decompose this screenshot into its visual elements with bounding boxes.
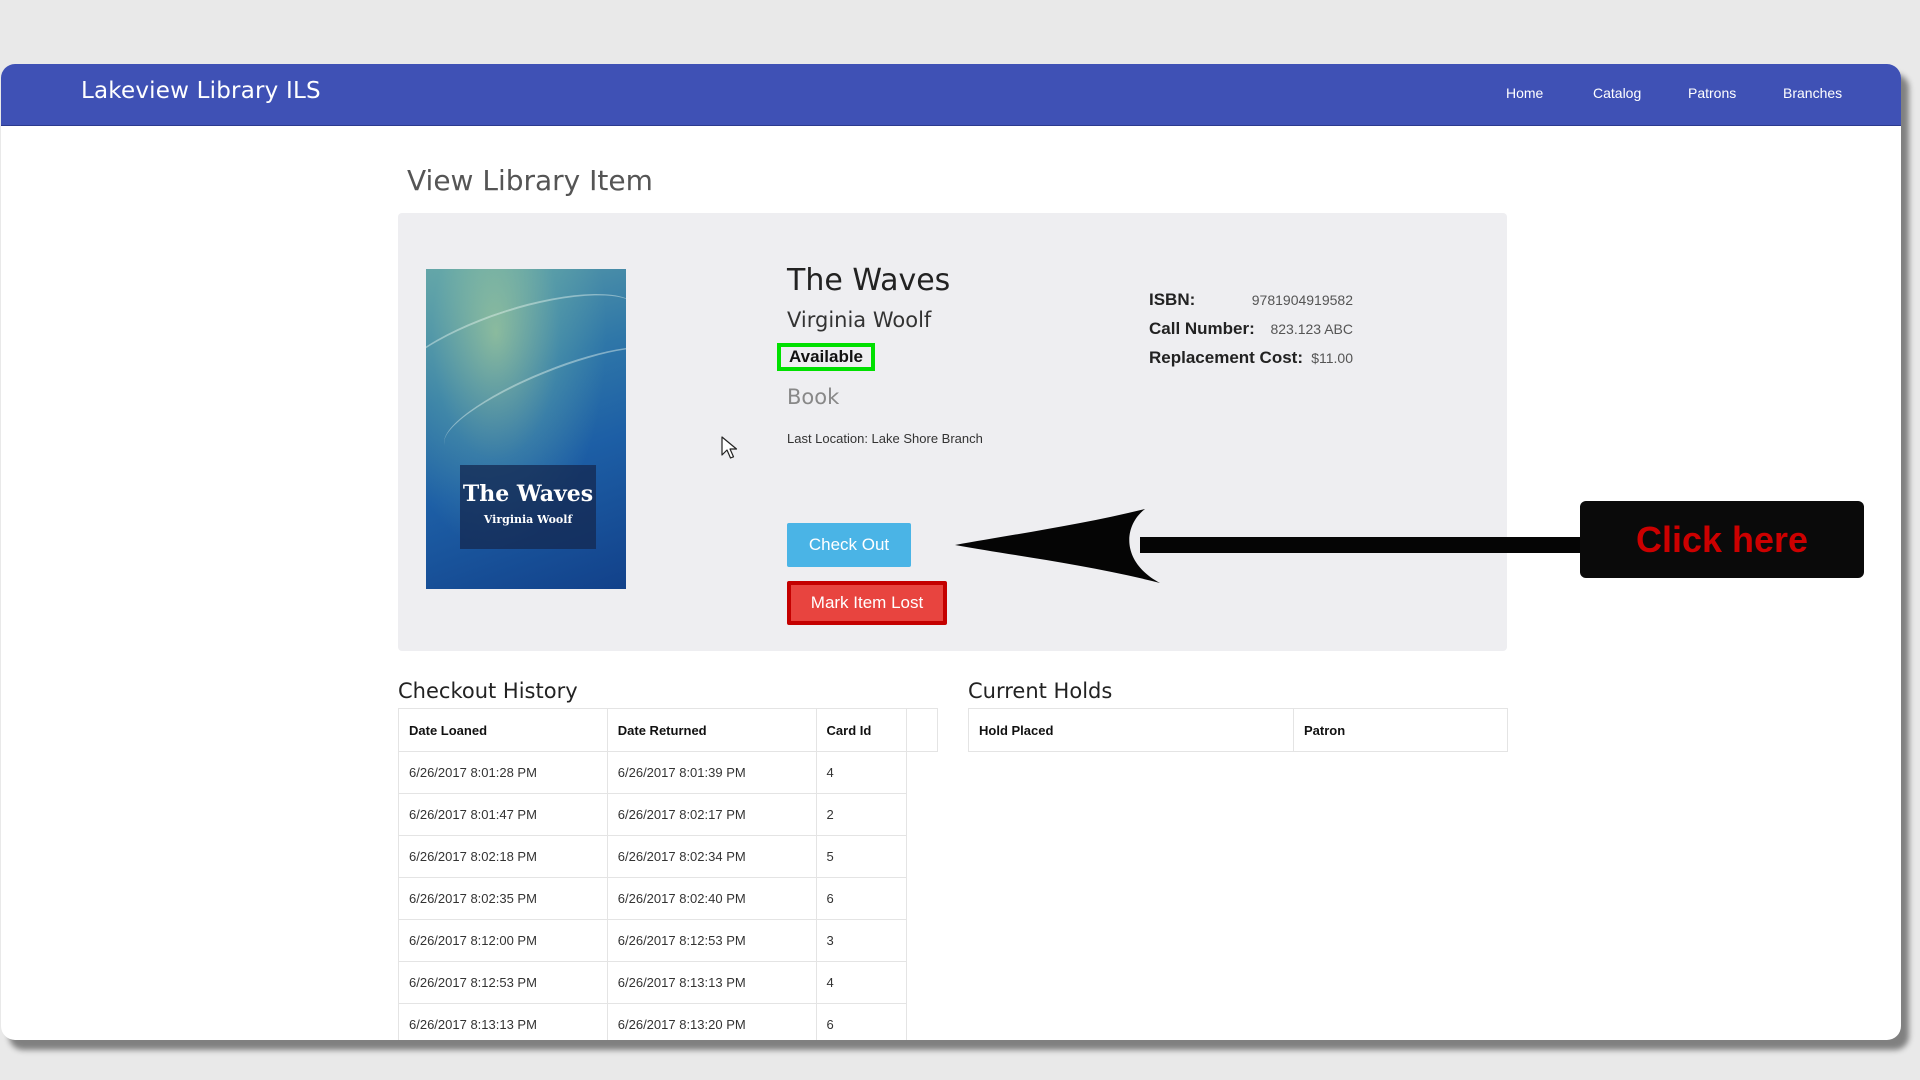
cover-title: The Waves [462,481,594,507]
item-type: Book [787,385,840,409]
brand-logo[interactable]: Lakeview Library ILS [81,78,321,104]
checkout-history-heading: Checkout History [398,679,578,703]
date-loaned-cell: 6/26/2017 8:13:13 PM [398,1003,608,1040]
check-out-button[interactable]: Check Out [787,523,911,567]
click-here-callout: Click here [1580,501,1864,578]
date-loaned-cell: 6/26/2017 8:01:47 PM [398,793,608,836]
nav-branches[interactable]: Branches [1783,85,1842,101]
item-title: The Waves [787,263,951,298]
table-row: 6/26/2017 8:02:35 PM 6/26/2017 8:02:40 P… [398,877,938,920]
isbn-value: 9781904919582 [1251,292,1353,308]
table-row: 6/26/2017 8:12:00 PM 6/26/2017 8:12:53 P… [398,919,938,962]
spacer-cell [906,920,937,962]
isbn-label: ISBN: [1149,290,1196,309]
date-returned-cell: 6/26/2017 8:02:34 PM [606,835,817,878]
cover-author: Virginia Woolf [483,513,573,526]
card-id-cell: 2 [815,793,907,836]
checkout-history-table: Date Loaned Date Returned Card Id 6/26/2… [398,708,939,1041]
cover-label: The Waves Virginia Woolf [460,465,596,549]
table-row: 6/26/2017 8:12:53 PM 6/26/2017 8:13:13 P… [398,961,938,1004]
last-location: Last Location: Lake Shore Branch [787,431,983,446]
column-header-spacer [905,708,939,752]
spacer-cell [906,1004,937,1041]
page-title: View Library Item [407,164,653,197]
spacer-cell [906,962,937,1004]
card-id-cell: 6 [815,877,907,920]
spacer-cell [906,878,937,920]
date-loaned-cell: 6/26/2017 8:01:28 PM [398,751,608,794]
column-header[interactable]: Card Id [815,708,907,752]
column-header[interactable]: Patron [1293,708,1508,752]
column-header[interactable]: Hold Placed [968,708,1294,752]
date-returned-cell: 6/26/2017 8:02:17 PM [606,793,817,836]
date-returned-cell: 6/26/2017 8:13:20 PM [606,1003,817,1040]
table-header-row: Date Loaned Date Returned Card Id [398,708,939,752]
date-loaned-cell: 6/26/2017 8:12:00 PM [398,919,608,962]
spacer-cell [906,794,937,836]
spacer-cell [906,836,937,878]
card-id-cell: 3 [815,919,907,962]
table-row: 6/26/2017 8:01:28 PM 6/26/2017 8:01:39 P… [398,751,938,794]
nav-patrons[interactable]: Patrons [1688,85,1736,101]
date-returned-cell: 6/26/2017 8:02:40 PM [606,877,817,920]
table-header-row: Hold Placed Patron [968,708,1508,752]
table-row: 6/26/2017 8:02:18 PM 6/26/2017 8:02:34 P… [398,835,938,878]
card-id-cell: 6 [815,1003,907,1040]
mark-item-lost-button[interactable]: Mark Item Lost [787,581,947,625]
date-loaned-cell: 6/26/2017 8:02:18 PM [398,835,608,878]
navbar: Lakeview Library ILS Home Catalog Patron… [1,64,1901,126]
card-id-cell: 5 [815,835,907,878]
date-loaned-cell: 6/26/2017 8:12:53 PM [398,961,608,1004]
table-row: 6/26/2017 8:13:13 PM 6/26/2017 8:13:20 P… [398,1003,938,1041]
book-cover-image: The Waves Virginia Woolf [426,269,626,589]
nav-home[interactable]: Home [1506,85,1543,101]
column-header[interactable]: Date Returned [606,708,817,752]
date-returned-cell: 6/26/2017 8:12:53 PM [606,919,817,962]
item-author: Virginia Woolf [787,308,932,332]
table-row: 6/26/2017 8:01:47 PM 6/26/2017 8:02:17 P… [398,793,938,836]
mouse-cursor-icon [721,436,738,459]
date-returned-cell: 6/26/2017 8:13:13 PM [606,961,817,1004]
current-holds-table: Hold Placed Patron [968,708,1508,752]
replacement-cost-value: $11.00 [1311,350,1353,366]
date-loaned-cell: 6/26/2017 8:02:35 PM [398,877,608,920]
item-details-panel: The Waves Virginia Woolf The Waves Virgi… [398,213,1507,651]
call-number-value: 823.123 ABC [1270,321,1353,337]
spacer-cell [906,752,937,794]
annotation-arrow-icon [955,509,1580,583]
status-badge: Available [777,343,875,371]
nav-catalog[interactable]: Catalog [1593,85,1641,101]
column-header[interactable]: Date Loaned [398,708,608,752]
date-returned-cell: 6/26/2017 8:01:39 PM [606,751,817,794]
card-id-cell: 4 [815,961,907,1004]
current-holds-heading: Current Holds [968,679,1113,703]
card-id-cell: 4 [815,751,907,794]
